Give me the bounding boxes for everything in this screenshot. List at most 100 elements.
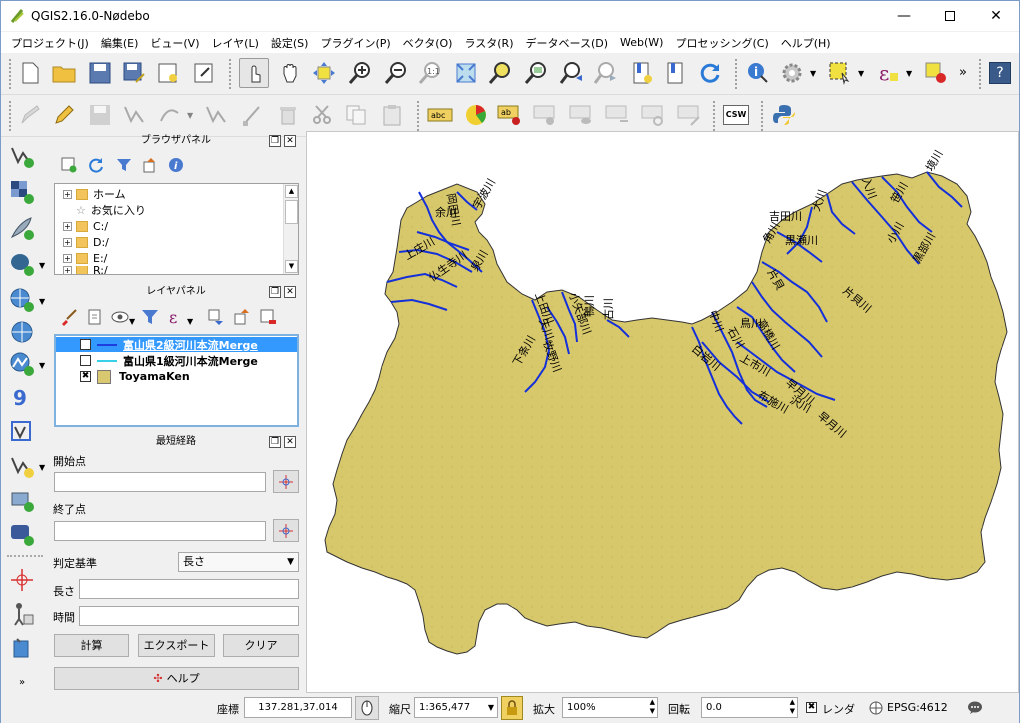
pan-map-button[interactable] [275,58,305,88]
layer-styling-button[interactable] [58,306,80,328]
chevron-down-icon[interactable]: ▼ [187,111,193,120]
current-edits-button[interactable] [15,100,45,130]
chevron-down-icon[interactable]: ▼ [906,69,912,78]
rotate-label-button[interactable] [639,100,669,130]
menu-settings[interactable]: 設定(S) [265,35,315,51]
add-db2-layer-button[interactable] [7,519,37,549]
python-console-button[interactable] [769,100,799,130]
tree-item-c-drive[interactable]: + C:/ [55,218,108,234]
save-as-button[interactable] [119,58,149,88]
help-button[interactable]: ✣ ヘルプ [54,667,299,690]
show-hide-labels-button[interactable] [567,100,597,130]
scale-combobox[interactable]: 1:365,477 ▼ [414,697,498,718]
map-view[interactable]: 岡田川余川上庄川仏生寺川宇波川泉川上田川矢川牧野川下条川小矢部川鴨川 古川吉田川角… [307,132,1018,692]
filter-by-expression-button[interactable]: ε [165,306,187,328]
scroll-thumb[interactable] [285,200,298,224]
zoom-last-button[interactable] [557,58,587,88]
toolbar-grip[interactable] [9,101,13,131]
diagram-properties-button[interactable] [461,100,491,130]
new-print-composer-button[interactable] [153,58,183,88]
remove-layer-button[interactable] [257,306,279,328]
run-feature-action-button[interactable] [777,58,807,88]
tree-item-favorites[interactable]: ☆ お気に入り [55,202,146,218]
chevron-down-icon[interactable]: ▼ [39,297,45,306]
add-vector-layer-button[interactable] [7,141,37,171]
scroll-up-icon[interactable]: ▲ [285,185,298,198]
collapse-all-button[interactable] [231,306,253,328]
chevron-down-icon[interactable]: ▼ [187,317,193,326]
add-group-button[interactable] [84,306,106,328]
select-by-expression-button[interactable]: ε [873,58,903,88]
lock-scale-button[interactable] [501,696,523,720]
rotation-spinbox[interactable]: 0.0 ▲ ▼ [701,697,798,718]
float-panel-button[interactable]: ❐ [269,135,281,147]
messages-icon[interactable] [967,700,983,716]
capture-end-button[interactable] [273,519,299,542]
move-feature-button[interactable] [201,100,231,130]
maximize-button[interactable] [927,1,973,31]
gps-info-button[interactable] [7,633,37,663]
node-tool-button[interactable] [237,100,267,130]
map-canvas[interactable]: 岡田川 余川 上庄川 仏生寺川 宇波川 泉川 上田川 矢川 牧野川 下条川 小矢部川 鴨川 古川 吉田川角… [306,131,1019,693]
copy-features-button[interactable] [341,100,371,130]
properties-button[interactable]: i [165,154,187,176]
collapse-all-button[interactable] [139,154,161,176]
expand-icon[interactable]: + [63,253,72,263]
crs-button[interactable]: EPSG:4612 [887,701,948,714]
menu-database[interactable]: データベース(D) [520,35,615,51]
capture-start-button[interactable] [273,470,299,493]
identify-button[interactable]: i [743,58,773,88]
menu-plugins[interactable]: プラグイン(P) [314,35,396,51]
toolbar-grip[interactable] [735,59,739,89]
save-edits-button[interactable] [85,100,115,130]
zoom-native-button[interactable]: 1:1 [415,58,445,88]
layer-visibility-checkbox[interactable]: ✖ [80,339,91,350]
layer-item-toyamaken[interactable]: ✖ ToyamaKen [56,369,297,384]
zoom-to-selection-button[interactable] [485,58,515,88]
toolbar-grip[interactable] [417,101,421,131]
close-panel-button[interactable]: ✕ [284,286,296,298]
export-button[interactable]: エクスポート [138,634,215,657]
add-raster-layer-button[interactable] [7,177,37,207]
add-wfs-layer-button[interactable] [7,349,37,379]
render-checkbox[interactable]: ✖ [806,702,817,713]
coordinate-field[interactable]: 137.281,37.014 [244,697,352,718]
help-contents-button[interactable]: ? [985,58,1015,88]
time-field[interactable] [79,606,299,626]
expand-icon[interactable]: + [63,189,72,199]
scroll-down-icon[interactable]: ▼ [285,260,298,273]
expand-icon[interactable]: + [63,237,72,247]
chevron-down-icon[interactable]: ▼ [858,69,864,78]
layer-item-rivers-class2[interactable]: ✖ 富山県2級河川本流Merge [56,337,297,352]
menu-view[interactable]: ビュー(V) [144,35,205,51]
chevron-down-icon[interactable]: ▼ [39,261,45,270]
select-features-button[interactable] [825,58,855,88]
toggle-editing-button[interactable] [49,100,79,130]
capture-point-button[interactable] [7,565,37,595]
minimize-button[interactable]: — [881,1,927,31]
chevron-down-icon[interactable]: ▼ [810,69,816,78]
toolbar-grip[interactable] [713,101,717,131]
expand-icon[interactable]: + [63,266,72,274]
add-delimited-text-button[interactable]: 9 [7,383,37,413]
close-panel-button[interactable]: ✕ [284,135,296,147]
magnifier-spinbox[interactable]: 100% ▲ ▼ [562,697,658,718]
zoom-to-layer-button[interactable] [521,58,551,88]
close-panel-button[interactable]: ✕ [284,436,296,448]
add-selected-layers-button[interactable] [58,154,80,176]
chevron-down-icon[interactable]: ▼ [39,361,45,370]
close-button[interactable]: ✕ [973,1,1019,31]
composer-manager-button[interactable] [189,58,219,88]
refresh-button[interactable] [695,58,725,88]
add-spatialite-layer-button[interactable] [7,213,37,243]
menu-raster[interactable]: ラスタ(R) [458,35,519,51]
delete-selected-button[interactable] [273,100,303,130]
pan-to-selection-button[interactable] [309,58,339,88]
menu-edit[interactable]: 編集(E) [95,35,145,51]
manage-visibility-button[interactable] [109,306,131,328]
menu-vector[interactable]: ベクタ(O) [397,35,459,51]
layer-item-rivers-class1[interactable]: 富山県1級河川本流Merge [56,353,297,368]
toolbar-expand-icon[interactable]: » [19,677,25,688]
zoom-full-button[interactable] [451,58,481,88]
gps-tool-button[interactable] [7,599,37,629]
